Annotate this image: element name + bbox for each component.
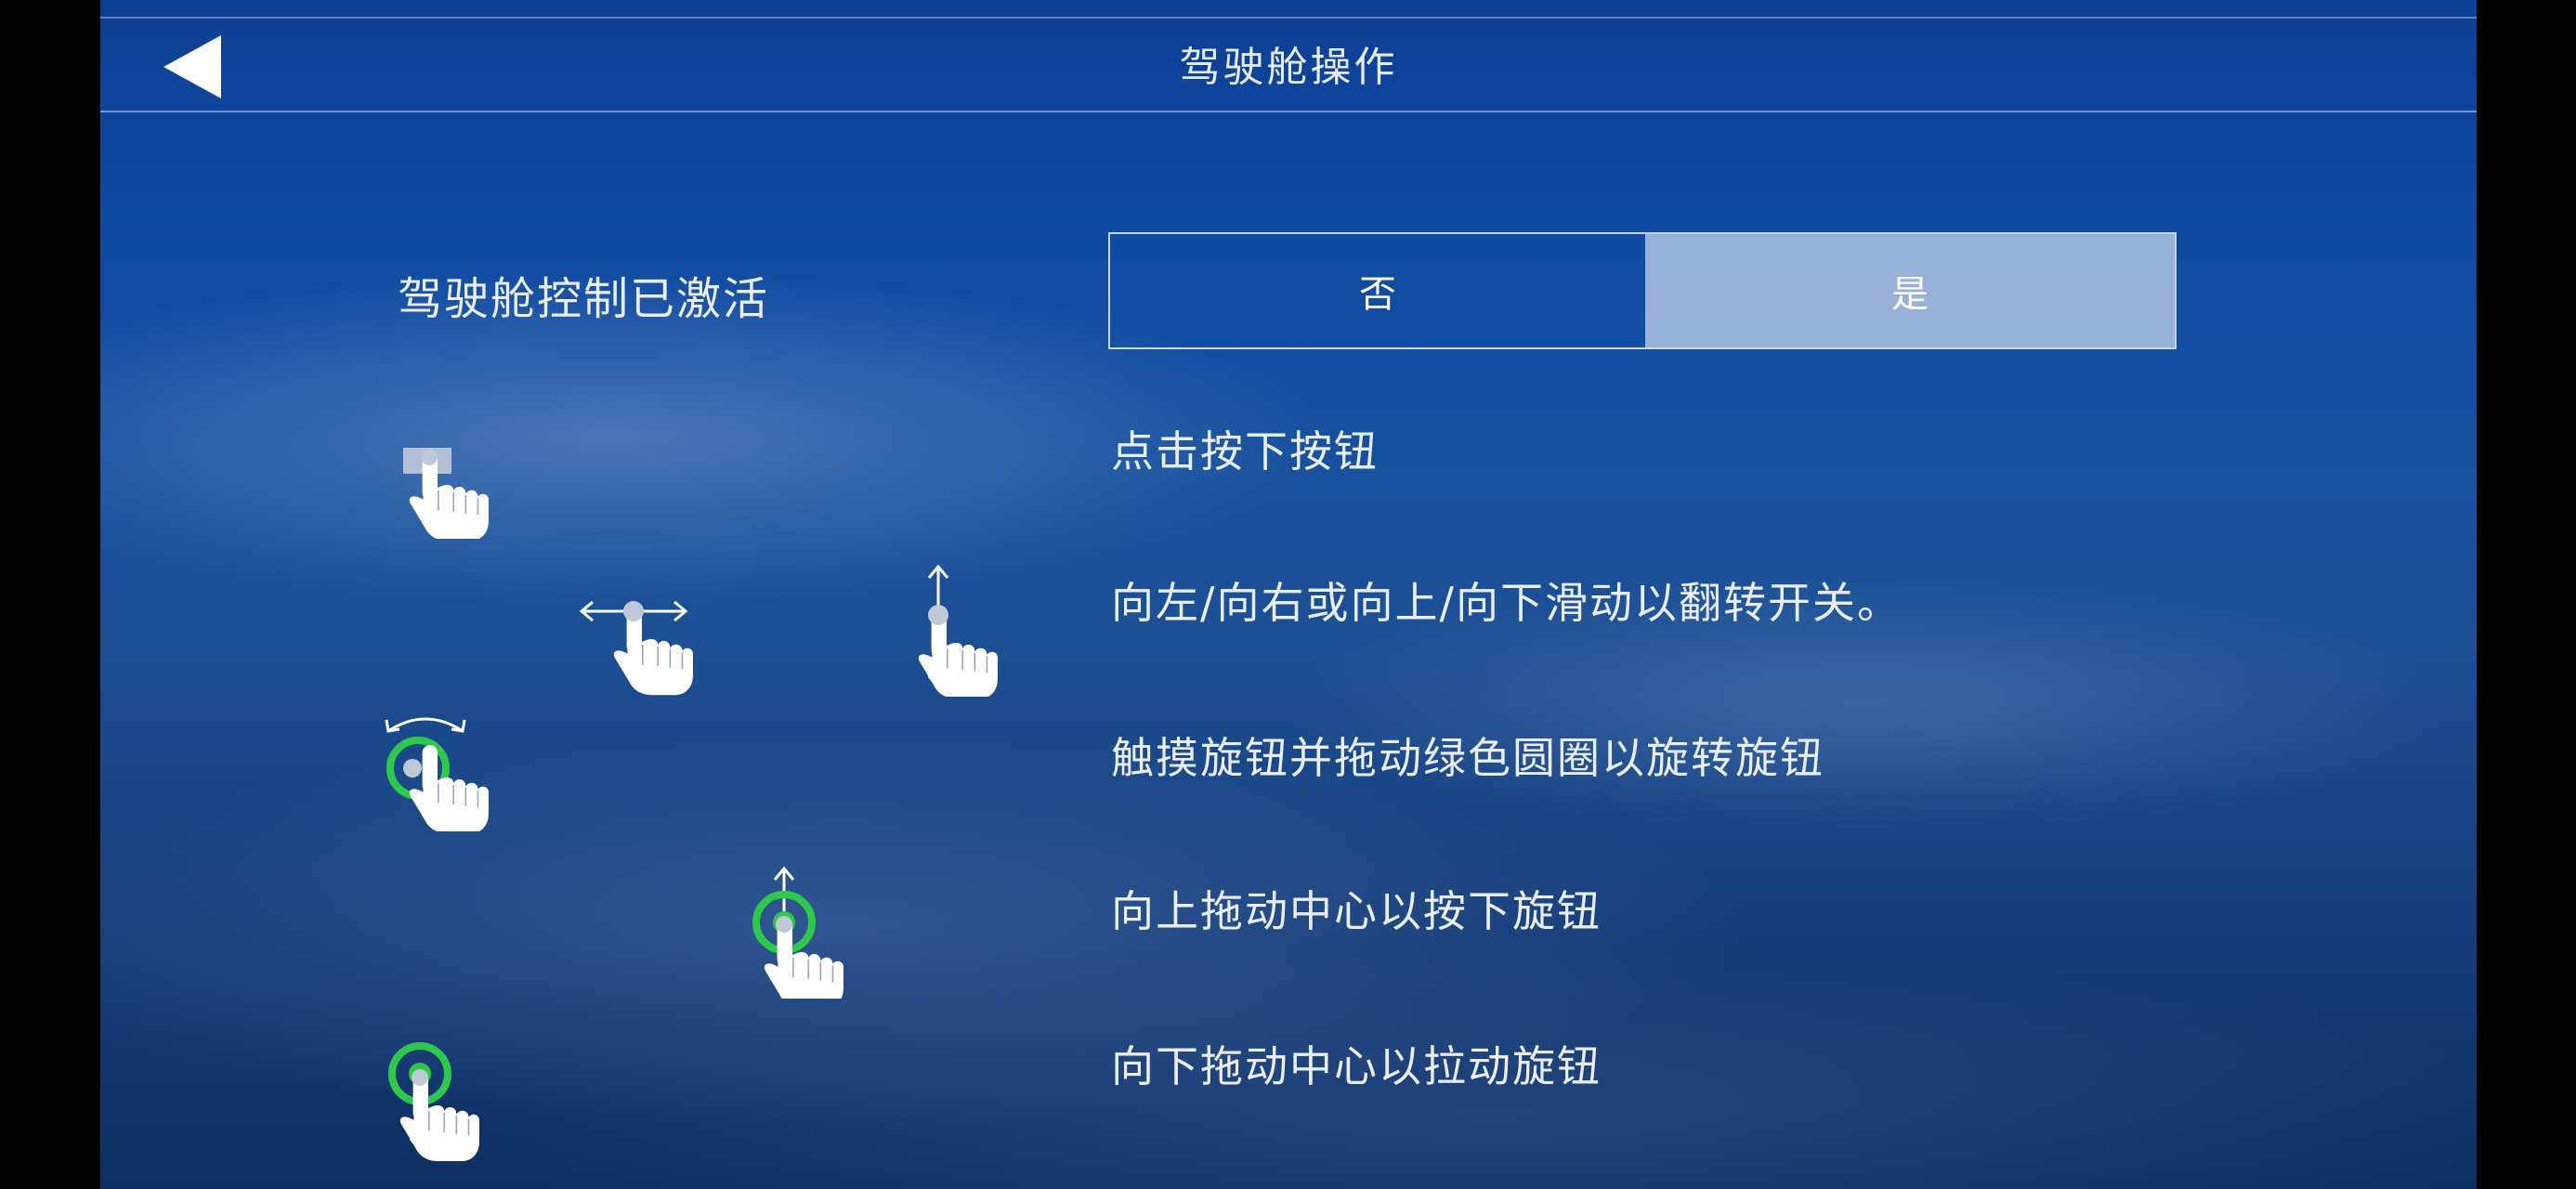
rotate-knob-icon: [385, 717, 490, 831]
swipe-vertical-icon: [918, 564, 999, 697]
screen: 驾驶舱操作 驾驶舱控制已激活 否 是 点击按下按钮 向左/向右或向上/向下滑动以…: [0, 0, 2576, 1189]
cockpit-control-label: 驾驶舱控制已激活: [398, 273, 770, 325]
instruction-tap: 点击按下按钮: [1111, 426, 1379, 477]
settings-panel: 驾驶舱操作 驾驶舱控制已激活 否 是 点击按下按钮 向左/向右或向上/向下滑动以…: [100, 0, 2477, 1189]
swipe-horizontal-icon: [579, 600, 694, 697]
instruction-rotate: 触摸旋钮并拖动绿色圆圈以旋转旋钮: [1111, 733, 1824, 783]
header-divider: [100, 111, 2477, 112]
top-divider: [100, 17, 2477, 19]
toggle-option-no[interactable]: 否: [1110, 234, 1645, 347]
page-title: 驾驶舱操作: [1179, 44, 1398, 91]
instruction-swipe: 向左/向右或向上/向下滑动以翻转开关。: [1111, 578, 1902, 628]
push-knob-icon: [752, 866, 844, 999]
instruction-pull: 向下拖动中心以拉动旋钮: [1111, 1041, 1602, 1091]
instruction-push: 向上拖动中心以按下旋钮: [1111, 886, 1602, 936]
pull-knob-icon: [388, 1042, 480, 1161]
tap-gesture-icon: [403, 448, 490, 539]
toggle-option-yes[interactable]: 是: [1645, 234, 2175, 347]
cockpit-control-toggle: 否 是: [1108, 232, 2177, 349]
